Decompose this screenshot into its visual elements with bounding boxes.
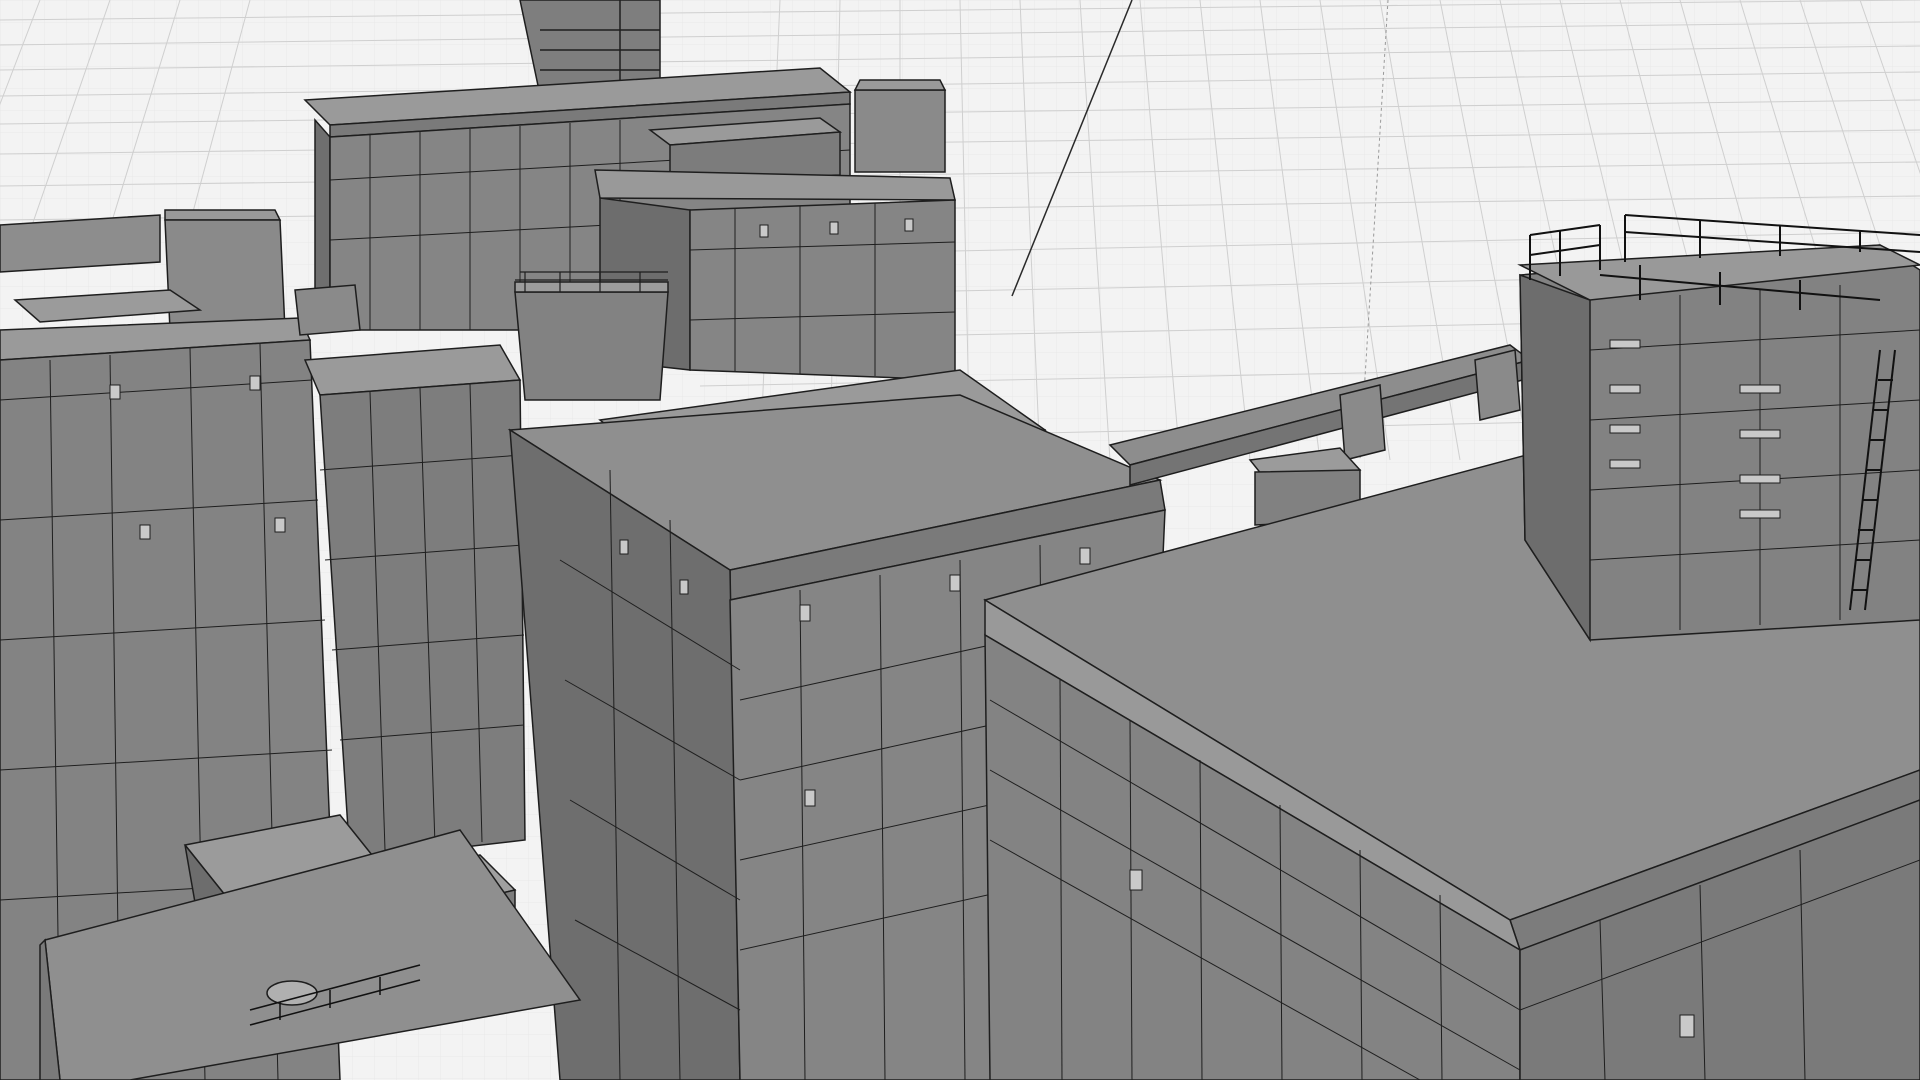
scene-canvas[interactable] [0, 0, 1920, 1080]
3d-viewport[interactable] [0, 0, 1920, 1080]
